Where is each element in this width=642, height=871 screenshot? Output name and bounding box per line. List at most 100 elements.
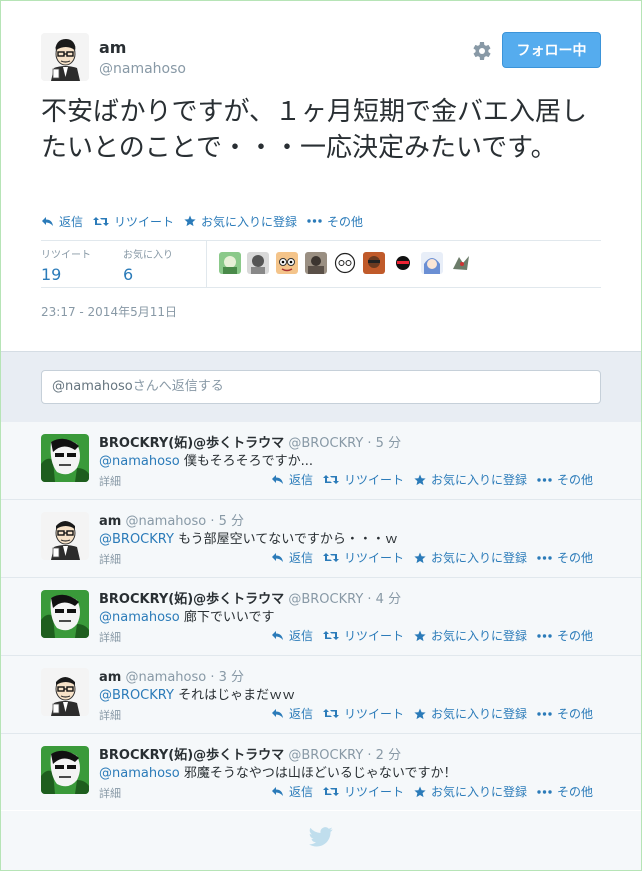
favoriter-avatar[interactable] xyxy=(305,252,327,274)
reply-detail-link[interactable]: 詳細 xyxy=(99,473,121,489)
reply-action[interactable]: 返信 xyxy=(41,213,83,230)
reply-author-name[interactable]: am xyxy=(99,670,121,685)
reply-header: am @namahoso · 3 分 xyxy=(99,666,244,685)
more-action[interactable]: その他 xyxy=(537,705,593,722)
star-icon xyxy=(414,786,426,797)
reply-label: 返信 xyxy=(289,551,314,565)
follow-button[interactable]: フォロー中 xyxy=(502,32,601,68)
reply-time[interactable]: 5 分 xyxy=(219,514,244,529)
reply-action[interactable]: 返信 xyxy=(271,705,313,722)
favorite-label: お気に入りに登録 xyxy=(431,629,528,643)
favorite-action[interactable]: お気に入りに登録 xyxy=(414,783,527,800)
favorite-action[interactable]: お気に入りに登録 xyxy=(184,213,297,230)
author-name[interactable]: am xyxy=(99,38,126,57)
reply-action[interactable]: 返信 xyxy=(271,627,313,644)
reply-detail-link[interactable]: 詳細 xyxy=(99,629,121,645)
favoriter-avatar[interactable] xyxy=(421,252,443,274)
reply-actions: 返信 リツイート お気に入りに登録 その他 xyxy=(271,549,603,566)
favoriter-avatar[interactable] xyxy=(450,252,472,274)
favorite-action[interactable]: お気に入りに登録 xyxy=(414,549,527,566)
reply-body: 廊下でいいです xyxy=(179,610,275,625)
reply-action[interactable]: 返信 xyxy=(271,549,313,566)
reply-text: @namahoso 僕もそろそろですか... xyxy=(99,450,313,469)
reply-avatar[interactable] xyxy=(41,590,89,638)
reply-actions: 返信 リツイート お気に入りに登録 その他 xyxy=(271,783,603,800)
reply-author-name[interactable]: BROCKRY(妬)@歩くトラウマ xyxy=(99,748,284,763)
more-action[interactable]: その他 xyxy=(537,627,593,644)
reply-detail-link[interactable]: 詳細 xyxy=(99,551,121,567)
reply-mention-link[interactable]: @BROCKRY xyxy=(99,532,174,547)
favorite-action[interactable]: お気に入りに登録 xyxy=(414,627,527,644)
tweet-timestamp[interactable]: 23:17 - 2014年5月11日 xyxy=(41,303,177,320)
reply-detail-link[interactable]: 詳細 xyxy=(99,785,121,801)
divider xyxy=(41,240,601,241)
favoriter-avatar[interactable] xyxy=(219,252,241,274)
reply-avatar[interactable] xyxy=(41,434,89,482)
retweet-count: 19 xyxy=(41,265,62,284)
reply-author-handle[interactable]: @namahoso xyxy=(125,670,206,685)
favoriter-avatar[interactable] xyxy=(276,252,298,274)
reply-header: BROCKRY(妬)@歩くトラウマ @BROCKRY · 5 分 xyxy=(99,432,401,451)
reply-author-name[interactable]: BROCKRY(妬)@歩くトラウマ xyxy=(99,436,284,451)
reply-icon xyxy=(272,475,283,484)
reply-actions: 返信 リツイート お気に入りに登録 その他 xyxy=(271,627,603,644)
stats-separator xyxy=(206,241,207,287)
reply-action[interactable]: 返信 xyxy=(271,783,313,800)
reply-action[interactable]: 返信 xyxy=(271,471,313,488)
reply-time[interactable]: 5 分 xyxy=(376,436,401,451)
reply-mention-link[interactable]: @namahoso xyxy=(99,766,180,781)
reply-time[interactable]: 4 分 xyxy=(376,592,401,607)
more-action[interactable]: その他 xyxy=(307,213,363,230)
favorite-action[interactable]: お気に入りに登録 xyxy=(414,471,527,488)
reply-mention-link[interactable]: @namahoso xyxy=(99,454,180,469)
reply-time[interactable]: 2 分 xyxy=(376,748,401,763)
favoriter-avatar[interactable] xyxy=(247,252,269,274)
reply-author-name[interactable]: am xyxy=(99,514,121,529)
reply-author-name[interactable]: BROCKRY(妬)@歩くトラウマ xyxy=(99,592,284,607)
more-action[interactable]: その他 xyxy=(537,549,593,566)
reply-time[interactable]: 3 分 xyxy=(219,670,244,685)
favoriter-avatar[interactable] xyxy=(363,252,385,274)
reply-icon xyxy=(272,631,283,640)
retweet-action[interactable]: リツイート xyxy=(93,213,174,230)
reply-input[interactable]: @namahosoさんへ返信する xyxy=(41,370,601,404)
reply-separator: · xyxy=(363,436,376,451)
retweet-label: リツイート xyxy=(344,629,405,643)
favorite-label: お気に入りに登録 xyxy=(431,551,528,565)
favoriter-avatar[interactable] xyxy=(392,252,414,274)
more-action[interactable]: その他 xyxy=(537,783,593,800)
reply-box-area: @namahosoさんへ返信する xyxy=(1,351,641,423)
reply-mention-link[interactable]: @namahoso xyxy=(99,610,180,625)
reply-label: 返信 xyxy=(289,629,314,643)
retweet-stat[interactable]: リツイート 19 xyxy=(41,246,91,284)
retweet-action[interactable]: リツイート xyxy=(323,627,404,644)
reply-author-handle[interactable]: @BROCKRY xyxy=(288,592,363,607)
retweet-action[interactable]: リツイート xyxy=(323,471,404,488)
author-avatar[interactable] xyxy=(41,33,89,81)
reply-body: 僕もそろそろですか... xyxy=(179,454,314,469)
reply-avatar[interactable] xyxy=(41,512,89,560)
retweet-action[interactable]: リツイート xyxy=(323,783,404,800)
star-icon xyxy=(414,552,426,563)
gear-icon[interactable] xyxy=(469,39,493,63)
reply-detail-link[interactable]: 詳細 xyxy=(99,707,121,723)
reply-author-handle[interactable]: @BROCKRY xyxy=(288,748,363,763)
retweet-label: リツイート xyxy=(344,551,405,565)
reply-avatar[interactable] xyxy=(41,746,89,794)
favorite-stat[interactable]: お気に入り 6 xyxy=(123,246,173,284)
twitter-bird-icon[interactable] xyxy=(309,827,333,847)
retweet-action[interactable]: リツイート xyxy=(323,549,404,566)
more-icon xyxy=(537,477,552,482)
reply-mention-link[interactable]: @BROCKRY xyxy=(99,688,174,703)
favorite-action[interactable]: お気に入りに登録 xyxy=(414,705,527,722)
reply-author-handle[interactable]: @BROCKRY xyxy=(288,436,363,451)
reply-separator: · xyxy=(363,592,376,607)
more-label: その他 xyxy=(557,551,594,565)
reply-author-handle[interactable]: @namahoso xyxy=(125,514,206,529)
author-handle[interactable]: @namahoso xyxy=(99,61,186,77)
more-action[interactable]: その他 xyxy=(537,471,593,488)
reply-avatar[interactable] xyxy=(41,668,89,716)
reply-text: @BROCKRY それはじゃまだｗｗ xyxy=(99,684,295,703)
retweet-action[interactable]: リツイート xyxy=(323,705,404,722)
favoriter-avatar[interactable] xyxy=(334,252,356,274)
